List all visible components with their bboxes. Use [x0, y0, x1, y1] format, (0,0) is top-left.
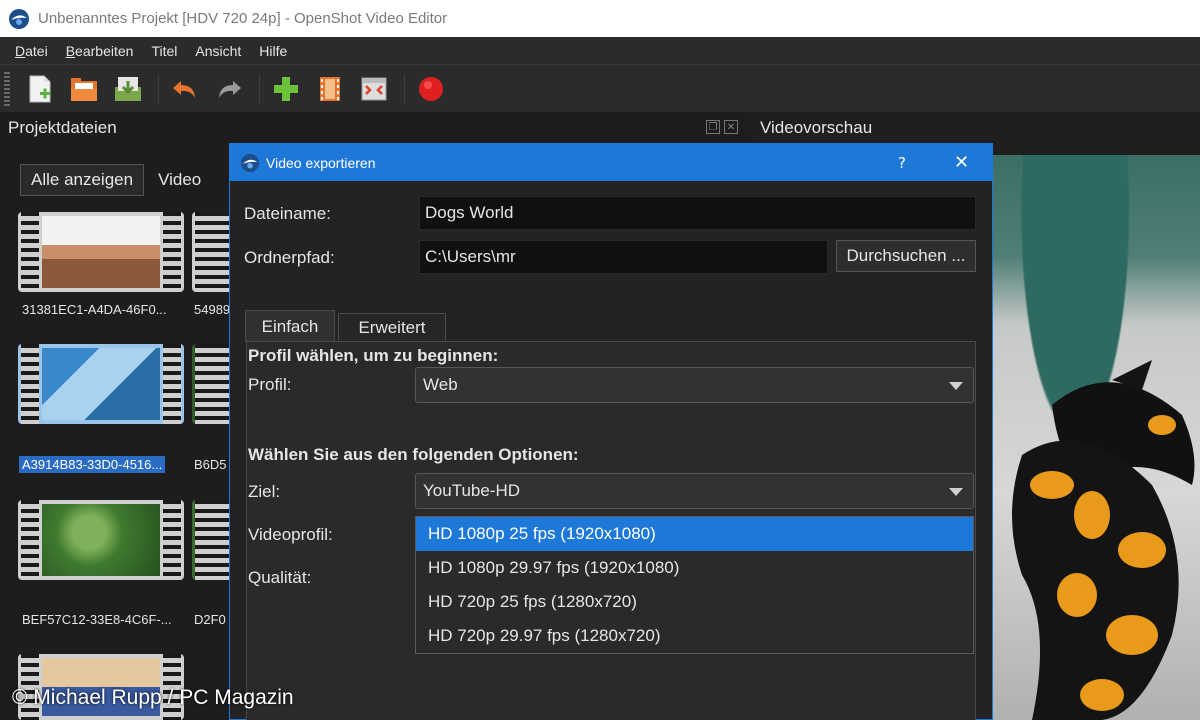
- film-frame: [18, 500, 184, 580]
- profile-section-heading: Profil wählen, um zu beginnen:: [248, 346, 499, 365]
- filter-all-button[interactable]: Alle anzeigen: [20, 164, 145, 196]
- menu-bar: Datei Bearbeiten Titel Ansicht Hilfe: [0, 37, 1200, 64]
- menu-ansicht[interactable]: Ansicht: [186, 43, 250, 59]
- file-label[interactable]: B6D5: [194, 457, 227, 472]
- file-thumbnail-selected[interactable]: [18, 344, 184, 424]
- profile-select-value: Web: [423, 375, 458, 394]
- redo-button[interactable]: [209, 69, 249, 109]
- project-files-title: Projektdateien: [8, 118, 117, 137]
- thumbnail-image: [42, 216, 160, 288]
- videoprofile-dropdown-list: HD 1080p 25 fps (1920x1080) HD 1080p 29.…: [415, 516, 974, 654]
- file-thumbnail[interactable]: [18, 500, 184, 580]
- toolbar-separator: [259, 73, 260, 104]
- file-thumbnail[interactable]: [18, 212, 184, 292]
- dialog-title: Video exportieren: [266, 154, 376, 171]
- openshot-logo-icon: [9, 8, 29, 29]
- tab-erweitert[interactable]: Erweitert: [338, 313, 446, 342]
- thumbnail-image: [42, 504, 160, 576]
- thumbnail-image: [42, 348, 160, 420]
- new-project-button[interactable]: [20, 69, 60, 109]
- folder-input[interactable]: C:\Users\mr: [419, 240, 828, 274]
- toolbar-separator: [158, 73, 159, 104]
- close-dialog-button[interactable]: ✕: [954, 152, 969, 173]
- filename-label: Dateiname:: [244, 204, 331, 223]
- record-icon: [419, 76, 443, 101]
- main-toolbar: [0, 64, 1200, 112]
- window-title: Unbenanntes Projekt [HDV 720 24p] - Open…: [38, 10, 448, 27]
- target-select[interactable]: YouTube-HD: [415, 473, 974, 509]
- videoprofile-option[interactable]: HD 720p 25 fps (1280x720): [416, 585, 973, 619]
- video-preview-title: Videovorschau: [760, 118, 873, 137]
- choose-profile-button[interactable]: [310, 69, 350, 109]
- undo-icon: [173, 80, 195, 98]
- copyright-watermark: © Michael Rupp / PC Magazin: [12, 686, 294, 709]
- new-file-icon: [29, 75, 51, 102]
- quality-label: Qualität:: [248, 568, 312, 587]
- add-icon: [274, 76, 298, 101]
- toolbar-separator: [404, 73, 405, 104]
- target-label: Ziel:: [248, 482, 281, 501]
- float-panel-icon[interactable]: ❐: [706, 120, 720, 134]
- file-label[interactable]: BEF57C12-33E8-4C6F-...: [22, 612, 172, 627]
- import-files-button[interactable]: [266, 69, 306, 109]
- export-video-button[interactable]: [411, 69, 451, 109]
- file-label[interactable]: D2F0: [194, 612, 226, 627]
- film-frame: [192, 500, 232, 580]
- video-preview-area[interactable]: [992, 155, 1200, 720]
- videoprofile-option-selected[interactable]: HD 1080p 25 fps (1920x1080): [416, 517, 973, 551]
- menu-hilfe[interactable]: Hilfe: [250, 43, 296, 59]
- filter-video-tab[interactable]: Video: [158, 170, 201, 190]
- file-thumbnail[interactable]: [192, 500, 232, 580]
- toolbar-grip[interactable]: [4, 71, 10, 106]
- redo-icon: [219, 80, 241, 98]
- filter-row: Alle anzeigen Video: [20, 164, 201, 196]
- videoprofile-option[interactable]: HD 720p 29.97 fps (1280x720): [416, 619, 973, 653]
- fullscreen-button[interactable]: [354, 69, 394, 109]
- film-icon: [320, 76, 340, 101]
- profile-label: Profil:: [248, 375, 292, 394]
- menu-datei[interactable]: Datei: [6, 43, 57, 59]
- preview-image: [1012, 360, 1195, 720]
- openshot-logo-icon: [240, 153, 260, 172]
- save-icon: [115, 76, 141, 101]
- window-titlebar: Unbenanntes Projekt [HDV 720 24p] - Open…: [0, 0, 1200, 37]
- file-thumbnail[interactable]: [192, 212, 232, 292]
- target-select-value: YouTube-HD: [423, 481, 521, 500]
- file-thumbnail[interactable]: [192, 344, 232, 424]
- tab-einfach[interactable]: Einfach: [245, 310, 335, 342]
- open-folder-icon: [71, 77, 97, 101]
- open-project-button[interactable]: [64, 69, 104, 109]
- filename-input[interactable]: Dogs World: [419, 196, 976, 230]
- file-label[interactable]: 31381EC1-A4DA-46F0...: [22, 302, 167, 317]
- chevron-down-icon: [949, 382, 963, 390]
- film-frame: [18, 344, 184, 424]
- browse-button[interactable]: Durchsuchen ...: [836, 240, 976, 272]
- options-section-heading: Wählen Sie aus den folgenden Optionen:: [248, 445, 579, 464]
- film-frame: [192, 344, 232, 424]
- file-label-selected[interactable]: A3914B83-33D0-4516...: [19, 456, 166, 473]
- film-frame: [192, 212, 232, 292]
- menu-bearbeiten[interactable]: Bearbeiten: [57, 43, 143, 59]
- undo-button[interactable]: [165, 69, 205, 109]
- menu-titel[interactable]: Titel: [142, 43, 186, 59]
- dialog-titlebar: Video exportieren ? ✕: [230, 144, 992, 181]
- file-label[interactable]: 54989: [194, 302, 230, 317]
- panel-controls: ❐ ✕: [706, 120, 738, 134]
- videoprofile-label: Videoprofil:: [248, 525, 333, 544]
- close-panel-icon[interactable]: ✕: [724, 120, 738, 134]
- profile-select[interactable]: Web: [415, 367, 974, 403]
- help-button[interactable]: ?: [898, 154, 906, 172]
- export-video-dialog: Video exportieren ? ✕ Dateiname: Dogs Wo…: [229, 143, 993, 720]
- save-project-button[interactable]: [108, 69, 148, 109]
- film-frame: [18, 212, 184, 292]
- chevron-down-icon: [949, 488, 963, 496]
- folder-label: Ordnerpfad:: [244, 248, 335, 267]
- videoprofile-option[interactable]: HD 1080p 29.97 fps (1920x1080): [416, 551, 973, 585]
- fullscreen-icon: [361, 77, 387, 100]
